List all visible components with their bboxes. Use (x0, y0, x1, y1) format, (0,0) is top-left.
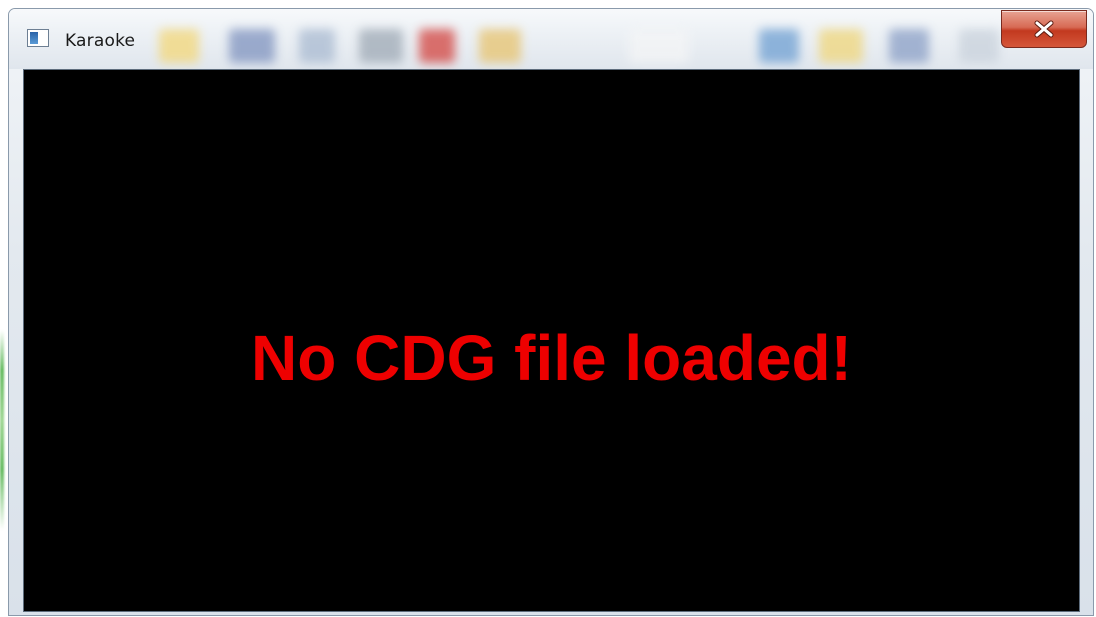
close-button[interactable] (1001, 10, 1087, 48)
karaoke-window: Karaoke No CDG file loaded! (8, 8, 1094, 616)
cdg-display-area: No CDG file loaded! (23, 69, 1080, 612)
title-bar[interactable]: Karaoke (9, 9, 1093, 69)
no-file-message: No CDG file loaded! (251, 321, 852, 394)
close-x-icon (1002, 11, 1086, 47)
application-window-icon (27, 29, 49, 47)
window-title: Karaoke (65, 31, 136, 51)
blurred-background-toolbar (159, 15, 1089, 67)
desktop-edge-tint (0, 330, 4, 530)
